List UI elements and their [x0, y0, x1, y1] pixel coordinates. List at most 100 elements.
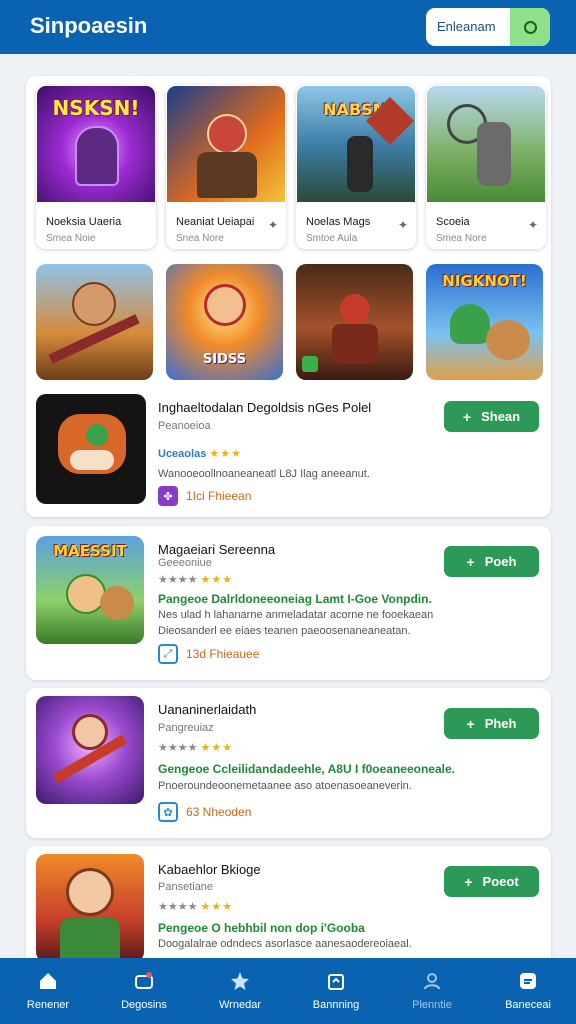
game-subtitle: Snea Nore — [176, 233, 224, 244]
star-icon — [229, 970, 251, 992]
home-icon — [37, 970, 59, 992]
add-icon[interactable]: ✦ — [528, 218, 538, 232]
meta-text: 63 Nheoden — [186, 805, 252, 819]
nav-label: Degosins — [121, 999, 167, 1011]
artwork-title: SIDSS — [202, 352, 247, 367]
plus-icon: + — [464, 873, 473, 890]
gray-stars: ★★★★ — [158, 574, 198, 586]
developer-name: Pansetiane — [158, 881, 214, 893]
game-artwork[interactable] — [36, 854, 144, 962]
featured-tile[interactable]: Scoeia Smea Nore ✦ — [426, 85, 546, 249]
game-artwork[interactable]: MAESSIT — [36, 536, 144, 644]
plus-icon: + — [466, 553, 475, 570]
developer-name: Geeeoniue — [158, 557, 212, 569]
game-name: Scoeia — [436, 216, 470, 228]
rating: ★★★★ ★★★ — [158, 573, 233, 586]
featured-tile[interactable]: NSKSN! Noeksia Uaeria Smea Noie — [36, 85, 156, 249]
rating: ★★★★ ★★★ — [158, 741, 233, 754]
nav-item-profile[interactable]: Plenntie — [384, 958, 480, 1024]
game-name: Noelas Mags — [306, 216, 371, 228]
rating-label: Uceaolas — [158, 448, 207, 460]
game-title[interactable]: Uananinerlaidath — [158, 702, 256, 717]
game-artwork[interactable] — [36, 696, 144, 804]
rating: Uceaolas ★★★ — [158, 447, 242, 460]
gamepad-icon — [133, 970, 155, 992]
nav-item-games[interactable]: Degosins — [96, 958, 192, 1024]
install-button-label: Poeh — [484, 554, 517, 569]
game-subtitle: Smtoe Aula — [306, 233, 358, 244]
nav-item-home[interactable]: Renener — [0, 958, 96, 1024]
featured-tile[interactable]: Neaniat Ueiapai Snea Nore ✦ — [166, 85, 286, 249]
nav-label: Wrnedar — [219, 999, 261, 1011]
game-highlight: Pangeoe Dalrldoneeoneiag Lamt I-Goe Vonp… — [158, 592, 432, 606]
game-description-2: Dieosanderl ee eiaes teanen paeoosenanea… — [158, 625, 411, 637]
artwork-title: NSKSN! — [52, 96, 140, 120]
game-artwork[interactable] — [36, 264, 153, 380]
plus-icon: + — [462, 408, 472, 425]
nav-label: Baneceai — [505, 999, 551, 1011]
nav-label: Plenntie — [412, 999, 452, 1011]
game-card: Uananinerlaidath Pangreuiaz ★★★★ ★★★ Gen… — [26, 688, 551, 838]
app-title: Sinpoaesin — [30, 13, 148, 38]
developer-name: Peanoeioa — [158, 420, 211, 432]
star-icon: ★★★ — [209, 448, 242, 460]
game-description: Pnoeroundeoonemetaanee aso atoenasoeanev… — [158, 780, 412, 792]
add-icon[interactable]: ✦ — [398, 218, 408, 232]
controller-icon: ✤ — [158, 486, 178, 506]
install-button-label: Shean — [481, 409, 521, 424]
game-artwork[interactable] — [36, 394, 146, 504]
game-meta: ⤢ 13d Fhieauee — [158, 644, 259, 664]
game-artwork: NSKSN! — [37, 86, 155, 202]
game-card: MAESSIT Magaeiari Sereenna Geeeoniue ★★★… — [26, 526, 551, 680]
game-subtitle: Smea Nore — [436, 233, 487, 244]
install-button-label: Pheh — [484, 716, 517, 731]
nav-item-explore[interactable]: Wrnedar — [192, 958, 288, 1024]
game-description: Doogalalrae odndecs asorlasce aanesaoder… — [158, 938, 412, 950]
install-button[interactable]: + Poeot — [444, 866, 539, 897]
game-name: Neaniat Ueiapai — [176, 216, 255, 228]
game-artwork[interactable]: NIGKNOT! — [426, 264, 543, 380]
library-icon — [325, 970, 347, 992]
artwork-title: NIGKNOT! — [442, 272, 527, 290]
nav-item-library[interactable]: Bannning — [288, 958, 384, 1024]
gray-stars: ★★★★ — [158, 742, 198, 754]
nav-item-settings[interactable]: Baneceai — [480, 958, 576, 1024]
game-artwork — [427, 86, 545, 202]
game-title[interactable]: Inghaeltodalan Degoldsis nGes Polel — [158, 400, 371, 415]
game-artwork[interactable]: SIDSS — [166, 264, 283, 380]
search-icon — [523, 20, 537, 34]
expand-icon: ⤢ — [158, 644, 178, 664]
install-button[interactable]: + Pheh — [444, 708, 539, 739]
search-box[interactable]: Enleanam — [426, 8, 550, 46]
game-card: Kabaehlor Bkioge Pansetiane ★★★★ ★★★ Pen… — [26, 846, 551, 966]
search-input[interactable]: Enleanam — [437, 19, 496, 34]
add-icon[interactable]: ✦ — [268, 218, 278, 232]
nav-label: Renener — [26, 999, 70, 1011]
install-button-label: Poeot — [482, 874, 519, 889]
install-button[interactable]: + Poeh — [444, 546, 539, 577]
nav-label: Bannning — [312, 999, 360, 1011]
settings-icon — [517, 970, 539, 992]
meta-text: 13d Fhieauee — [186, 647, 260, 661]
star-icon: ★★★ — [200, 742, 234, 754]
game-description: Nes ulad h lahanarne anmeladatar acorne … — [158, 609, 434, 621]
install-button[interactable]: + Shean — [444, 401, 539, 432]
game-title[interactable]: Magaeiari Sereenna — [158, 542, 275, 557]
puzzle-icon: ✿ — [158, 802, 178, 822]
game-title[interactable]: Kabaehlor Bkioge — [158, 862, 261, 877]
featured-tile[interactable]: NABSM Noelas Mags Smtoe Aula ✦ — [296, 85, 416, 249]
search-button[interactable] — [510, 8, 550, 46]
game-highlight: Pengeoe O hebhbil non dop i'Gooba — [158, 921, 365, 935]
game-artwork[interactable] — [296, 264, 413, 380]
game-description: Wanooeoollnoaneaneatl L8J Ilag aneeanut. — [158, 468, 370, 480]
game-meta: ✿ 63 Nheoden — [158, 802, 251, 822]
rating: ★★★★ ★★★ — [158, 900, 233, 913]
person-icon — [421, 970, 443, 992]
bottom-navigation: Renener Degosins Wrnedar Bannning Plennt… — [0, 958, 576, 1024]
featured-panel: NSKSN! Noeksia Uaeria Smea Noie Neaniat … — [26, 76, 551, 517]
game-meta: ✤ 1Ici Fhieean — [158, 486, 251, 506]
game-artwork: NABSM — [297, 86, 415, 202]
star-icon: ★★★ — [200, 901, 234, 913]
star-icon: ★★★ — [200, 574, 234, 586]
gray-stars: ★★★★ — [158, 901, 198, 913]
